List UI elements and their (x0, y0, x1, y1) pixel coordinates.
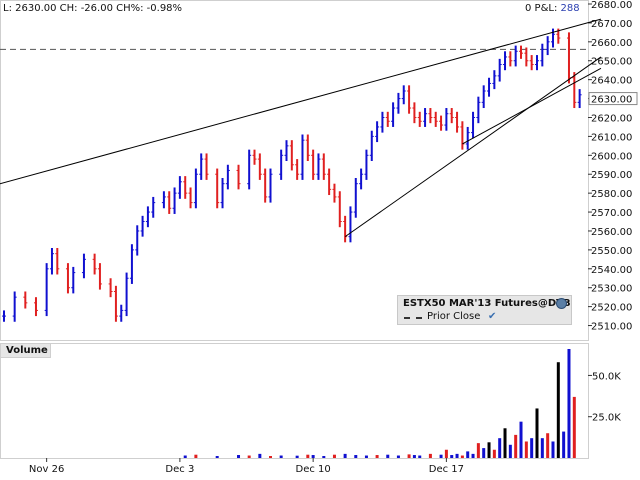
price-chart[interactable]: 2680.002670.002660.002650.002640.002630.… (0, 0, 640, 480)
volume-bar (492, 449, 496, 458)
volume-bar (546, 433, 550, 458)
x-tick-label: Dec 17 (429, 464, 464, 475)
volume-bar (535, 408, 539, 458)
volume-bar (343, 453, 347, 458)
prior-close-label: Prior Close (427, 311, 481, 322)
volume-bar (572, 396, 576, 458)
y-tick-label: 2570.00 (591, 208, 632, 219)
volume-bar (194, 454, 198, 458)
volume-bar (460, 455, 464, 458)
y-tick-label: 2620.00 (591, 113, 632, 124)
volume-bar (258, 453, 262, 458)
y-tick-label: 2520.00 (591, 303, 632, 314)
volume-bar (237, 455, 241, 458)
volume-bar (322, 456, 326, 458)
volume-bar (439, 454, 443, 458)
volume-bar (183, 455, 187, 458)
x-tick-label: Nov 26 (29, 464, 64, 475)
volume-bar (375, 455, 379, 458)
volume-bar (428, 453, 432, 458)
volume-tick-label: 25.0K (592, 413, 621, 424)
volume-bar (215, 456, 219, 458)
volume-bar (498, 438, 502, 458)
y-tick-label: 2550.00 (591, 246, 632, 257)
legend-title: ESTX50 MAR'13 Futures@DTB (403, 298, 571, 309)
pnl-label: 0 P&L: (525, 3, 558, 14)
volume-bar (551, 441, 555, 458)
volume-label: Volume (6, 345, 48, 356)
volume-bar (471, 453, 475, 458)
y-tick-label: 2540.00 (591, 265, 632, 276)
volume-bar (540, 438, 544, 458)
last-price-label: 2630.00 (591, 95, 632, 106)
y-tick-label: 2680.00 (591, 0, 632, 11)
y-tick-label: 2580.00 (591, 189, 632, 200)
volume-bar (418, 455, 422, 458)
prior-close-swatch (404, 317, 422, 319)
volume-bar (332, 454, 336, 458)
volume-bar (269, 456, 272, 458)
y-tick-label: 2600.00 (591, 151, 632, 162)
volume-bar (455, 453, 459, 458)
volume-bar (450, 455, 454, 458)
y-tick-label: 2640.00 (591, 76, 632, 87)
volume-bar (567, 349, 571, 458)
volume-bar (364, 455, 368, 458)
volume-bar (407, 454, 411, 458)
volume-bar (530, 438, 534, 458)
pnl-status: 0 P&L: 288 (525, 3, 580, 14)
volume-bar (556, 362, 560, 458)
volume-bar (482, 448, 486, 458)
y-tick-label: 2530.00 (591, 284, 632, 295)
volume-bar (386, 454, 390, 458)
volume-bar (476, 443, 480, 458)
pnl-value: 288 (560, 3, 580, 14)
volume-tick-label: 50.0K (592, 371, 621, 382)
volume-bar (444, 449, 448, 458)
gear-icon[interactable] (556, 298, 567, 309)
y-tick-label: 2510.00 (591, 322, 632, 333)
price-panel (0, 0, 589, 341)
volume-bar (508, 444, 512, 458)
volume-bar (519, 421, 523, 458)
y-tick-label: 2560.00 (591, 227, 632, 238)
check-icon[interactable]: ✔ (488, 311, 496, 322)
volume-bar (487, 442, 491, 458)
volume-bar (412, 455, 416, 458)
y-tick-label: 2590.00 (591, 170, 632, 181)
volume-bar (562, 431, 566, 458)
volume-bar (306, 454, 310, 458)
volume-bar (295, 455, 299, 458)
volume-bar (279, 455, 283, 458)
x-tick-label: Dec 3 (165, 464, 194, 475)
x-tick-label: Dec 10 (296, 464, 331, 475)
y-tick-label: 2660.00 (591, 38, 632, 49)
volume-bar (514, 434, 518, 458)
volume-bar (247, 455, 251, 458)
y-tick-label: 2610.00 (591, 132, 632, 143)
volume-bar (503, 428, 507, 458)
quote-status: L: 2630.00 CH: -26.00 CH%: -0.98% (3, 3, 183, 14)
legend[interactable]: ESTX50 MAR'13 Futures@DTB Prior Close ✔ (397, 295, 572, 325)
volume-bar (311, 455, 315, 458)
volume-bar (466, 451, 470, 458)
volume-bar (524, 441, 528, 458)
y-tick-label: 2650.00 (591, 57, 632, 68)
volume-bar (396, 455, 400, 458)
volume-bar (354, 455, 358, 458)
